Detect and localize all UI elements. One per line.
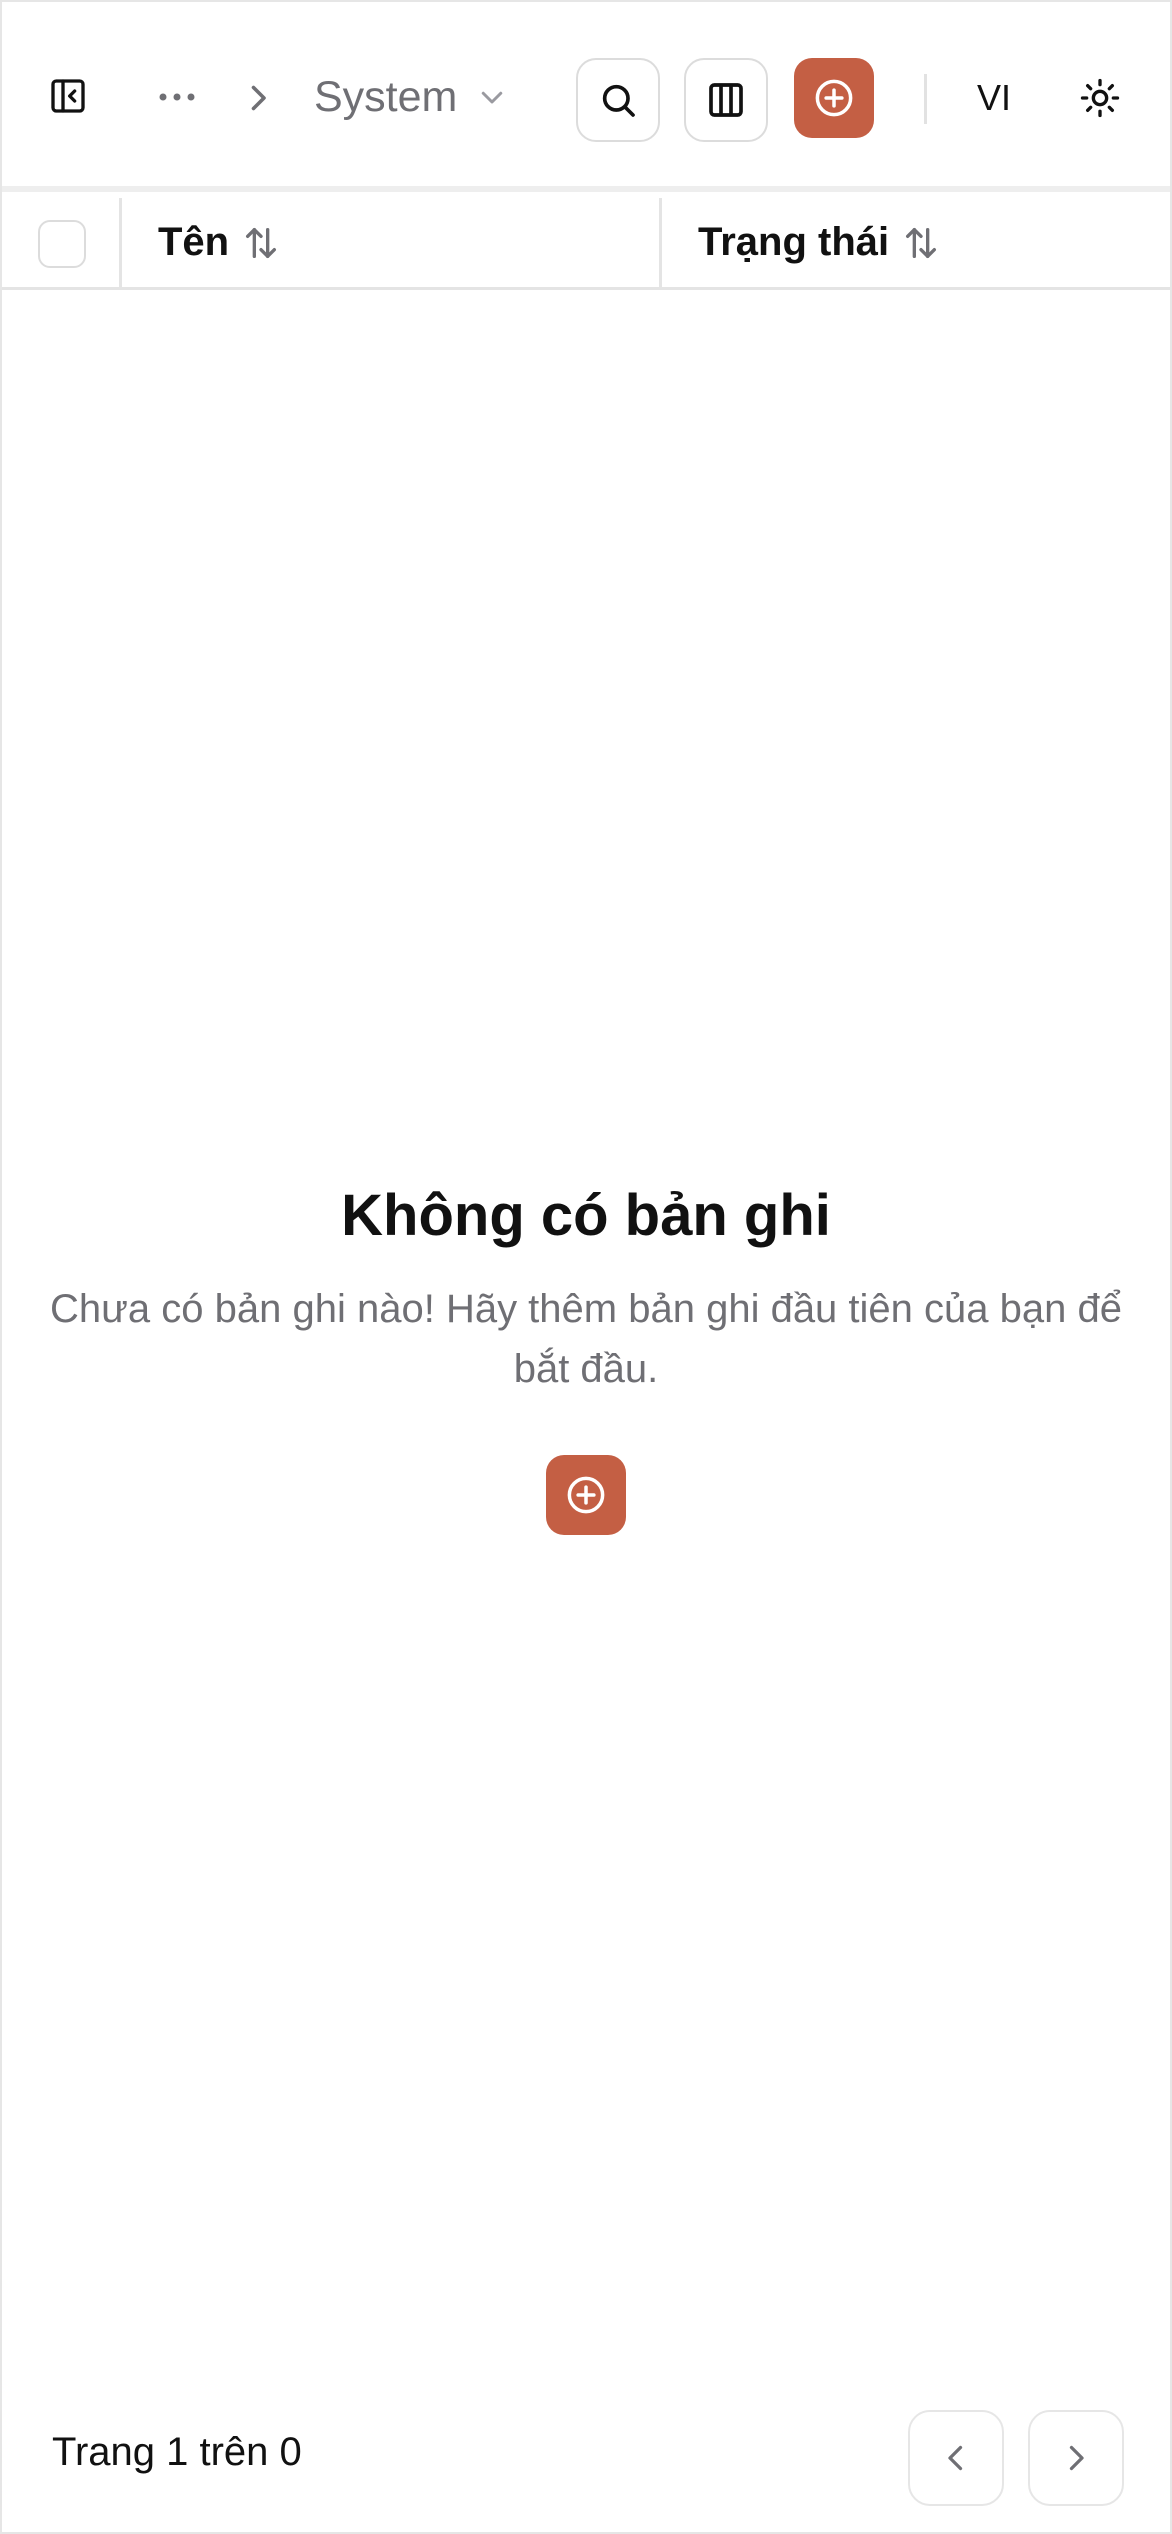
plus-circle-icon (815, 79, 853, 117)
toolbar-divider (924, 74, 927, 124)
breadcrumb-more-button[interactable] (148, 72, 206, 122)
column-header-label: Tên (158, 220, 230, 264)
ellipsis-icon (159, 93, 195, 101)
breadcrumb-separator-icon (251, 85, 266, 111)
sidebar-toggle-button[interactable] (38, 66, 98, 126)
select-all-cell (2, 198, 122, 287)
search-icon (602, 84, 635, 117)
plus-circle-icon (567, 1476, 605, 1514)
breadcrumb-system-dropdown[interactable]: System (314, 66, 507, 128)
empty-state-add-button[interactable] (546, 1455, 626, 1535)
columns-toggle-button[interactable] (684, 58, 768, 142)
chevron-left-icon (948, 2445, 963, 2471)
sort-arrows-icon (246, 227, 277, 258)
top-toolbar: System VI (2, 2, 1170, 192)
search-button[interactable] (576, 58, 660, 142)
breadcrumb-current-label: System (314, 72, 458, 121)
column-header-status[interactable]: Trạng thái (662, 198, 1170, 287)
previous-page-button[interactable] (908, 2410, 1004, 2506)
pagination-status: Trang 1 trên 0 (52, 2430, 302, 2474)
empty-state-title: Không có bản ghi (341, 1183, 831, 1248)
empty-state-description: Chưa có bản ghi nào! Hãy thêm bản ghi đầ… (50, 1287, 1122, 1391)
language-switcher[interactable]: VI (964, 66, 1024, 130)
sidebar-collapse-icon (51, 79, 85, 113)
columns-icon (709, 83, 743, 117)
table-header: Tên Trạng thái (2, 198, 1170, 290)
next-page-button[interactable] (1028, 2410, 1124, 2506)
sun-icon (1080, 78, 1120, 118)
column-header-name[interactable]: Tên (122, 198, 662, 287)
app-frame: System VI Tên Trạng thái Không có bản gh… (0, 0, 1172, 2534)
theme-toggle-button[interactable] (1068, 66, 1132, 130)
empty-state: Không có bản ghi Chưa có bản ghi nào! Hã… (2, 1182, 1170, 1535)
select-all-checkbox[interactable] (38, 220, 86, 268)
sort-arrows-icon (906, 227, 937, 258)
column-header-label: Trạng thái (698, 220, 890, 264)
add-record-button[interactable] (794, 58, 874, 138)
chevron-down-icon (482, 91, 503, 104)
chevron-right-icon (1069, 2445, 1084, 2471)
